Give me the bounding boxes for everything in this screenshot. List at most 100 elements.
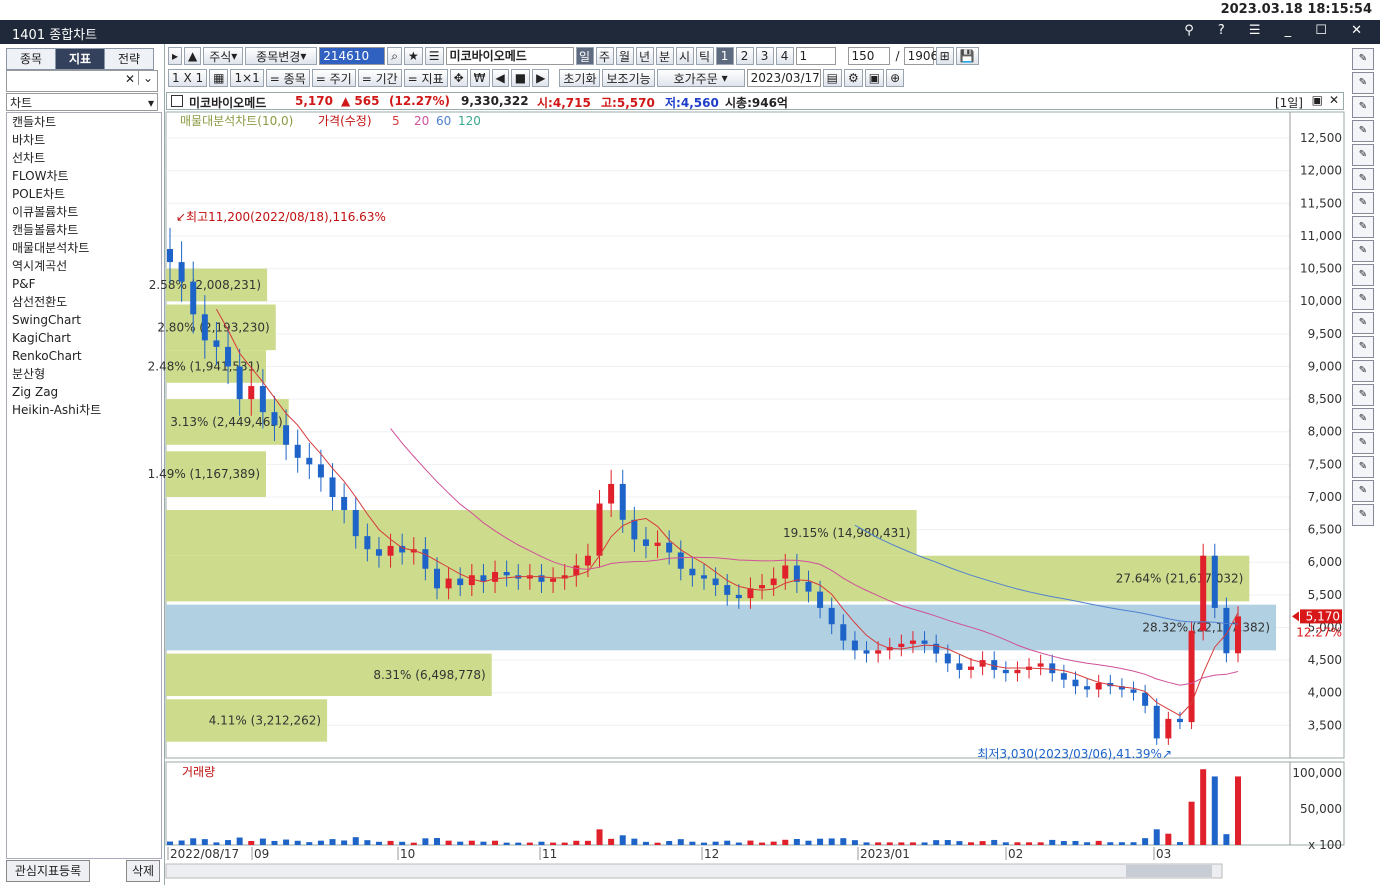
volume-bar	[213, 842, 220, 845]
candle-body	[1072, 679, 1079, 687]
right-toolbar: ✎ ✎ ✎ ✎ ✎ ✎ ✎ ✎ ✎ ✎ ✎ ✎ ✎ ✎ ✎ ✎ ✎ ✎ ✎ ✎	[1350, 46, 1378, 526]
price-tick-label: 10,500	[1300, 262, 1342, 276]
candle-body	[1153, 705, 1160, 739]
volume-bar	[1037, 842, 1044, 845]
volume-bar	[642, 841, 649, 845]
drawing-tool-icon[interactable]: ✎	[1352, 504, 1374, 526]
volume-bar	[689, 841, 696, 845]
volume-bar	[619, 835, 626, 845]
candle-body	[805, 581, 812, 592]
volume-bar	[1060, 841, 1067, 845]
candle-body	[642, 539, 649, 546]
drawing-tool-icon[interactable]: ✎	[1352, 120, 1374, 142]
scrollbar-thumb[interactable]	[1126, 865, 1212, 877]
volume-bar	[724, 840, 731, 845]
volume-tick-label: 100,000	[1292, 766, 1342, 780]
drawing-tool-icon[interactable]: ✎	[1352, 48, 1374, 70]
volume-bar	[329, 839, 336, 845]
volume-bar	[352, 837, 359, 845]
candle-body	[782, 565, 789, 579]
candle-body	[875, 650, 882, 654]
candle-body	[375, 549, 382, 556]
volume-bar	[375, 841, 382, 845]
drawing-tool-icon[interactable]: ✎	[1352, 456, 1374, 478]
volume-bar	[979, 841, 986, 845]
volume-bar	[968, 842, 974, 845]
candle-body	[1142, 692, 1149, 706]
volume-bar	[306, 842, 313, 845]
price-tick-label: 11,500	[1300, 196, 1342, 210]
price-tick-label: 5,500	[1308, 588, 1342, 602]
current-rate-label: 12.27%	[1296, 625, 1342, 639]
drawing-tool-icon[interactable]: ✎	[1352, 432, 1374, 454]
candle-body	[503, 572, 510, 576]
candle-body	[573, 565, 580, 576]
candle-body	[352, 510, 359, 537]
price-tick-label: 11,000	[1300, 229, 1342, 243]
candle-body	[329, 477, 336, 497]
candle-body	[1095, 682, 1102, 690]
volume-legend: 거래량	[182, 765, 215, 779]
price-tick-label: 4,500	[1308, 653, 1342, 667]
volume-bar	[596, 829, 603, 845]
drawing-tool-icon[interactable]: ✎	[1352, 384, 1374, 406]
volume-bar	[584, 840, 591, 845]
drawing-tool-icon[interactable]: ✎	[1352, 96, 1374, 118]
candle-body	[712, 578, 719, 586]
volume-bar	[434, 838, 440, 845]
legend-ma: 20	[414, 114, 429, 128]
volume-bar	[1188, 801, 1195, 845]
volume-bar	[573, 840, 580, 845]
drawing-tool-icon[interactable]: ✎	[1352, 240, 1374, 262]
drawing-tool-icon[interactable]: ✎	[1352, 408, 1374, 430]
volume-bar	[341, 840, 348, 845]
x-axis-label: 10	[400, 847, 415, 861]
candle-body	[283, 425, 290, 445]
volume-bar	[793, 839, 800, 845]
price-tick-label: 12,500	[1300, 131, 1342, 145]
volume-bar	[515, 842, 522, 845]
volume-bar	[1165, 833, 1172, 845]
drawing-tool-icon[interactable]: ✎	[1352, 264, 1374, 286]
chart-legend: 매물대분석차트(10,0)	[180, 114, 293, 128]
drawing-tool-icon[interactable]: ✎	[1352, 312, 1374, 334]
candle-body	[1130, 689, 1137, 693]
volume-bar	[782, 839, 789, 845]
candle-body	[201, 314, 208, 341]
volume-bar	[1072, 840, 1079, 845]
candle-body	[828, 607, 835, 625]
drawing-tool-icon[interactable]: ✎	[1352, 72, 1374, 94]
candle-body	[422, 549, 429, 569]
volume-profile-label: 2.58% (2,008,231)	[149, 278, 261, 292]
volume-bar	[410, 842, 417, 845]
volume-bar	[1002, 842, 1009, 845]
volume-bar	[1142, 838, 1149, 845]
drawing-tool-icon[interactable]: ✎	[1352, 216, 1374, 238]
volume-bar	[225, 840, 232, 845]
drawing-tool-icon[interactable]: ✎	[1352, 144, 1374, 166]
horizontal-scrollbar[interactable]	[165, 863, 1223, 879]
drawing-tool-icon[interactable]: ✎	[1352, 288, 1374, 310]
drawing-tool-icon[interactable]: ✎	[1352, 360, 1374, 382]
volume-bar	[259, 838, 266, 845]
drawing-tool-icon[interactable]: ✎	[1352, 336, 1374, 358]
volume-bar	[1211, 776, 1218, 845]
volume-bar	[468, 840, 475, 845]
drawing-tool-icon[interactable]: ✎	[1352, 192, 1374, 214]
candle-body	[759, 585, 766, 589]
candle-body	[863, 650, 870, 654]
volume-bar	[526, 842, 533, 845]
volume-bar	[1176, 842, 1183, 845]
candle-body	[190, 281, 197, 315]
volume-bar	[840, 838, 847, 845]
x-axis-label: 11	[542, 847, 557, 861]
candle-body	[1084, 686, 1091, 690]
volume-profile-bar	[166, 604, 1276, 651]
legend-price: 가격(수정)	[318, 114, 372, 128]
drawing-tool-icon[interactable]: ✎	[1352, 480, 1374, 502]
volume-profile-bar	[166, 555, 1250, 602]
candle-body	[341, 496, 348, 511]
chart-area[interactable]: 3,5004,0004,5005,0005,5006,0006,5007,000…	[0, 0, 1380, 885]
volume-bar	[875, 842, 882, 845]
drawing-tool-icon[interactable]: ✎	[1352, 168, 1374, 190]
